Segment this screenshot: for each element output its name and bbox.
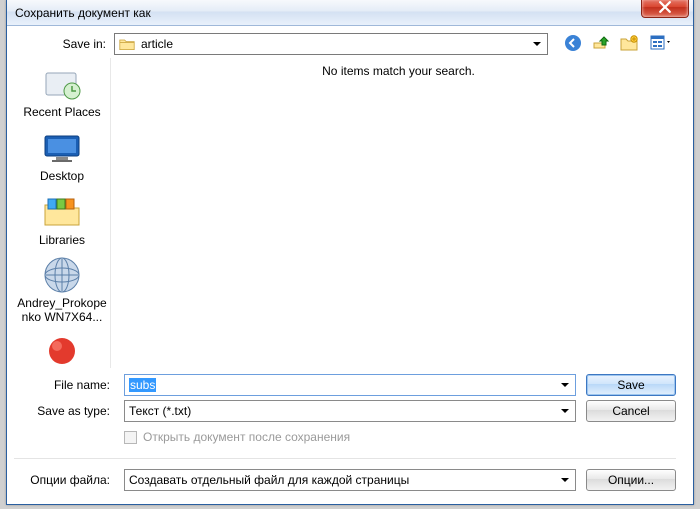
back-button[interactable] (562, 33, 584, 55)
savetype-label: Save as type: (14, 404, 114, 418)
separator (14, 458, 676, 459)
libraries-icon (40, 192, 84, 232)
title-bar: Сохранить документ как (7, 0, 693, 26)
place-label: Libraries (17, 234, 107, 248)
save-button[interactable]: Save (586, 374, 676, 396)
bottom-panel: File name: subs Save Save as type: Текст… (14, 368, 686, 497)
place-label: Recent Places (17, 106, 107, 120)
close-button[interactable] (641, 0, 689, 18)
save-as-dialog: Сохранить документ как Save in: article (6, 0, 694, 505)
place-recent[interactable]: Recent Places (17, 64, 107, 120)
open-after-checkbox[interactable] (124, 431, 137, 444)
place-label: Andrey_Prokopenko WN7X64... (17, 297, 107, 323)
dialog-body: Save in: article (14, 30, 686, 497)
save-in-value: article (141, 37, 173, 51)
place-computer[interactable]: Andrey_Prokopenko WN7X64... (17, 255, 107, 323)
place-desktop[interactable]: Desktop (17, 128, 107, 184)
view-menu-button[interactable] (646, 33, 676, 55)
new-folder-button[interactable] (618, 33, 640, 55)
place-label: Desktop (17, 170, 107, 184)
options-button[interactable]: Опции... (586, 469, 676, 491)
savetype-combo[interactable]: Текст (*.txt) (124, 400, 576, 422)
middle-area: Recent Places Desktop (14, 58, 686, 368)
place-libraries[interactable]: Libraries (17, 192, 107, 248)
cancel-button[interactable]: Cancel (586, 400, 676, 422)
save-in-label: Save in: (14, 37, 114, 51)
new-folder-icon (620, 35, 638, 54)
computer-icon (40, 255, 84, 295)
nav-toolbar (562, 33, 676, 55)
file-options-label: Опции файла: (14, 473, 114, 487)
up-icon (592, 34, 610, 55)
close-icon (659, 1, 671, 16)
filename-value: subs (129, 378, 156, 392)
desktop-icon (40, 128, 84, 168)
open-after-row: Открыть документ после сохранения (124, 426, 676, 452)
filename-label: File name: (14, 378, 114, 392)
open-after-label: Открыть документ после сохранения (143, 430, 350, 444)
places-bar: Recent Places Desktop (14, 58, 110, 368)
window-title: Сохранить документ как (15, 6, 693, 20)
recent-places-icon (40, 64, 84, 104)
save-in-combo[interactable]: article (114, 33, 548, 55)
file-options-value: Создавать отдельный файл для каждой стра… (129, 473, 409, 487)
network-icon (40, 331, 84, 368)
filename-combo[interactable]: subs (124, 374, 576, 396)
save-in-row: Save in: article (14, 30, 686, 58)
up-button[interactable] (590, 33, 612, 55)
empty-listing-message: No items match your search. (111, 64, 686, 78)
view-icon (650, 35, 672, 54)
folder-icon (119, 37, 135, 51)
savetype-value: Текст (*.txt) (129, 404, 191, 418)
back-icon (564, 34, 582, 55)
place-network[interactable] (17, 331, 107, 368)
file-options-combo[interactable]: Создавать отдельный файл для каждой стра… (124, 469, 576, 491)
file-listing[interactable]: No items match your search. (110, 58, 686, 368)
